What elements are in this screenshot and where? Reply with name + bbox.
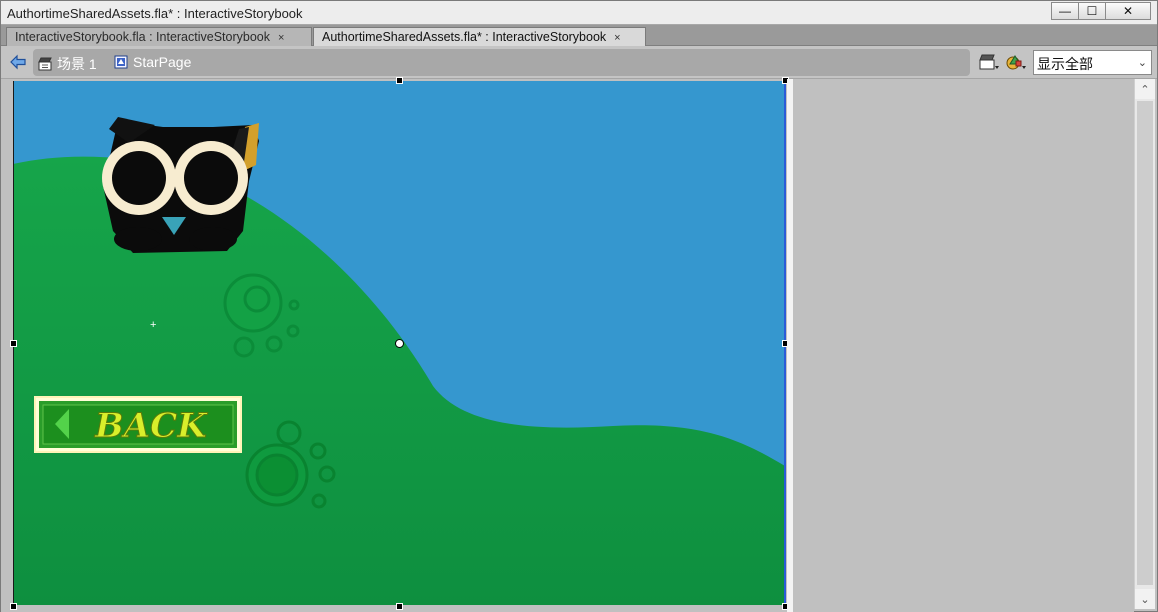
breadcrumb-scene-label: 场景 1 <box>57 56 97 72</box>
tab-label: AuthortimeSharedAssets.fla* : Interactiv… <box>322 30 607 44</box>
tab-close-icon[interactable]: × <box>614 32 620 44</box>
breadcrumb-scene[interactable]: 场景 1 <box>38 54 97 74</box>
window-controls: — ☐ ✕ <box>1051 2 1151 20</box>
zoom-dropdown[interactable]: 显示全部 ⌄ <box>1033 50 1152 75</box>
chevron-down-icon: ⌄ <box>1137 57 1147 69</box>
edit-symbols-icon[interactable] <box>1005 53 1027 71</box>
title-bar: AuthortimeSharedAssets.fla* : Interactiv… <box>1 1 1157 25</box>
breadcrumb-symbol-label: StarPage <box>133 54 192 70</box>
tab-authortime-shared-assets[interactable]: AuthortimeSharedAssets.fla* : Interactiv… <box>313 27 646 46</box>
back-button-label[interactable]: BACK <box>94 406 209 447</box>
tab-interactive-storybook[interactable]: InteractiveStorybook.fla : InteractiveSt… <box>6 27 312 46</box>
back-arrow-icon[interactable] <box>9 54 27 70</box>
scene-clapper-icon <box>38 57 52 71</box>
flash-editor-window: AuthortimeSharedAssets.fla* : Interactiv… <box>0 0 1158 612</box>
transform-pivot[interactable] <box>395 339 404 348</box>
registration-point-icon: + <box>150 319 157 331</box>
selection-handle-bottom-left[interactable] <box>10 603 17 610</box>
selection-handle-bottom[interactable] <box>396 603 403 610</box>
movieclip-symbol-icon <box>114 55 128 69</box>
scroll-down-icon[interactable]: ⌄ <box>1135 589 1155 609</box>
window-title: AuthortimeSharedAssets.fla* : Interactiv… <box>7 6 303 21</box>
breadcrumb: 场景 1 StarPage <box>33 49 970 76</box>
document-tab-bar: InteractiveStorybook.fla : InteractiveSt… <box>1 25 1157 46</box>
minimize-button[interactable]: — <box>1051 2 1079 20</box>
maximize-button[interactable]: ☐ <box>1078 2 1106 20</box>
tab-label: InteractiveStorybook.fla : InteractiveSt… <box>15 30 270 44</box>
edit-scene-icon[interactable] <box>978 53 1000 71</box>
tab-close-icon[interactable]: × <box>278 32 284 44</box>
breadcrumb-symbol[interactable]: StarPage <box>114 54 191 70</box>
edit-bar: 场景 1 StarPage 显示全部 ⌄ <box>1 46 1157 79</box>
vertical-scrollbar[interactable]: ⌃ ⌄ <box>1134 79 1155 609</box>
black-cat-icon <box>102 117 259 253</box>
selection-handle-top[interactable] <box>396 77 403 84</box>
zoom-value: 显示全部 <box>1037 56 1093 72</box>
close-button[interactable]: ✕ <box>1105 2 1151 20</box>
selection-handle-left[interactable] <box>10 340 17 347</box>
stage-area[interactable]: BACK + <box>1 77 1134 612</box>
scroll-thumb[interactable] <box>1137 101 1153 585</box>
stage-edge-strip <box>787 79 793 612</box>
scroll-up-icon[interactable]: ⌃ <box>1135 79 1155 99</box>
